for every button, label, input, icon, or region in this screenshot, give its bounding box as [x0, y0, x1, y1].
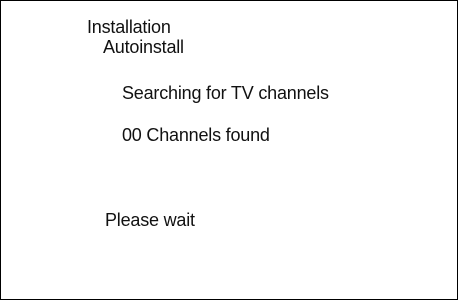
searching-status-text: Searching for TV channels — [122, 83, 329, 103]
osd-screen: Installation Autoinstall Searching for T… — [0, 0, 458, 300]
menu-subtitle: Autoinstall — [103, 37, 184, 57]
please-wait-text: Please wait — [105, 210, 195, 230]
channels-found-count: 00 Channels found — [122, 125, 270, 145]
menu-title: Installation — [87, 17, 171, 37]
